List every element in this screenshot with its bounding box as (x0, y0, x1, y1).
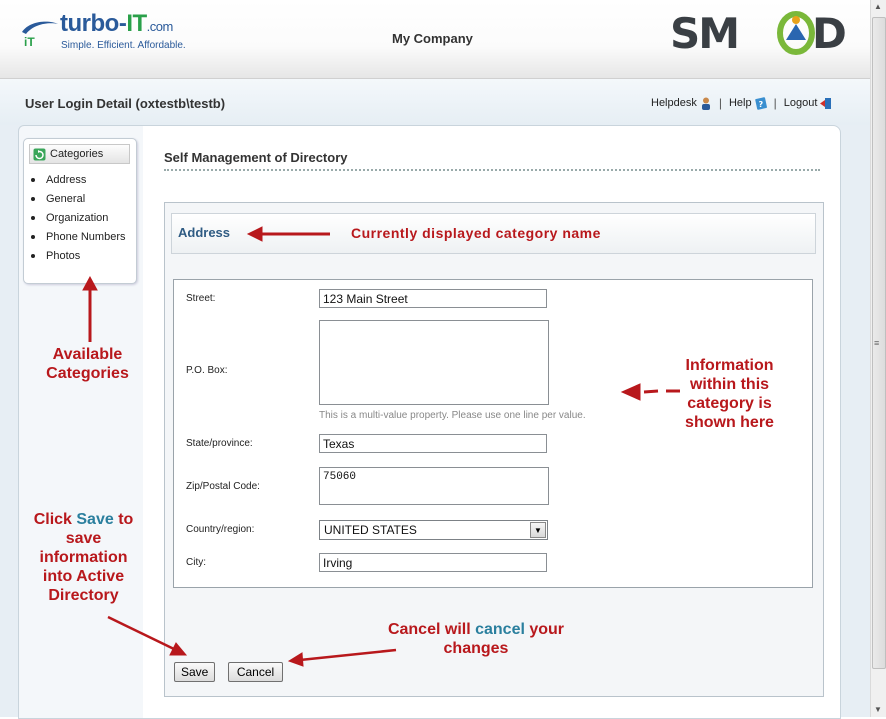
logout-link-label: Logout (783, 97, 818, 109)
annotation-category-name: Currently displayed category name (351, 225, 601, 241)
annotation-line: within this (689, 376, 770, 393)
heading-divider (164, 169, 820, 171)
country-label: Country/region: (186, 524, 255, 535)
categories-refresh-icon (33, 148, 46, 160)
logout-icon (820, 97, 832, 109)
state-input[interactable] (319, 434, 547, 453)
bullet (31, 235, 35, 239)
scroll-down-icon[interactable]: ▼ (871, 705, 885, 714)
annotation-line: information (39, 549, 128, 566)
categories-title: Categories (50, 148, 104, 160)
country-select-value: UNITED STATES (324, 523, 417, 537)
categories-header: Categories (29, 144, 130, 164)
annotation-line: changes (443, 640, 509, 657)
category-title: Address (178, 225, 231, 240)
annotation-line: shown here (685, 414, 774, 431)
smod-logo-icon: SM D (670, 10, 847, 56)
annotation-line: save (65, 530, 102, 547)
link-separator: | (773, 96, 777, 110)
link-separator: | (718, 96, 722, 110)
scroll-up-icon[interactable]: ▲ (871, 2, 885, 11)
help-link-label: Help (728, 97, 752, 109)
sidebar-item-label: Phone Numbers (46, 231, 126, 243)
svg-text:D: D (812, 10, 847, 56)
annotation-line: Categories (46, 365, 129, 382)
sidebar-item-label: Organization (46, 212, 109, 224)
zip-label: Zip/Postal Code: (186, 481, 260, 492)
bullet (31, 197, 35, 201)
sidebar-item-address[interactable]: Address (31, 174, 86, 186)
help-link[interactable]: Help ? (728, 96, 767, 110)
page-title: Self Management of Directory (164, 150, 348, 165)
street-label: Street: (186, 293, 216, 304)
annotation-line: Directory (48, 587, 119, 604)
city-label: City: (186, 557, 206, 568)
city-input[interactable] (319, 553, 547, 572)
sidebar-item-phone-numbers[interactable]: Phone Numbers (31, 231, 126, 243)
svg-text:?: ? (758, 100, 763, 109)
state-label: State/province: (186, 438, 253, 449)
annotation-line: category is (687, 395, 772, 412)
multi-value-hint: This is a multi-value property. Please u… (319, 410, 586, 421)
annotation-available-categories: Available Categories (30, 345, 145, 383)
logout-link[interactable]: Logout (784, 97, 833, 110)
sidebar-item-label: Photos (46, 250, 81, 262)
zip-input[interactable]: 75060 (319, 467, 549, 505)
top-links: Helpdesk | Help ? | Logout (651, 96, 832, 110)
sidebar-item-general[interactable]: General (31, 193, 85, 205)
bullet (31, 254, 35, 258)
country-select[interactable]: UNITED STATES ▼ (319, 520, 548, 540)
sidebar-item-photos[interactable]: Photos (31, 250, 80, 262)
turbo-it-logo-text: turbo-IT.com (60, 10, 173, 37)
sidebar-item-label: Address (46, 174, 87, 186)
logo-tagline: Simple. Efficient. Affordable. (61, 40, 186, 51)
annotation-line: into Active (42, 568, 125, 585)
sidebar-item-organization[interactable]: Organization (31, 212, 108, 224)
sidebar-item-label: General (46, 193, 86, 205)
dropdown-arrow-icon[interactable]: ▼ (530, 522, 546, 538)
annotation-line: Information (685, 357, 774, 374)
helpdesk-link-label: Helpdesk (651, 97, 697, 109)
street-input[interactable] (319, 289, 547, 308)
po-box-input[interactable] (319, 320, 549, 405)
helpdesk-icon (701, 97, 710, 110)
bullet (31, 216, 35, 220)
turbo-it-logo-icon: iT (22, 21, 58, 48)
annotation-line: Click Save to (33, 511, 134, 528)
company-name: My Company (392, 31, 473, 46)
cancel-button[interactable]: Cancel (228, 662, 283, 682)
annotation-information: Information within this category is show… (672, 356, 787, 432)
svg-text:SM: SM (670, 10, 738, 56)
scroll-grip-icon: ≡ (874, 338, 880, 348)
svg-text:iT: iT (24, 35, 35, 48)
annotation-save: Click Save to save information into Acti… (26, 510, 141, 605)
annotation-line: Available (52, 346, 123, 363)
help-icon: ? (754, 96, 767, 110)
po-box-label: P.O. Box: (186, 365, 228, 376)
bullet (31, 178, 35, 182)
annotation-cancel: Cancel will cancel your changes (376, 620, 576, 658)
helpdesk-link[interactable]: Helpdesk (651, 97, 712, 110)
save-button[interactable]: Save (174, 662, 215, 682)
user-login-detail: User Login Detail (oxtestb\testb) (25, 96, 226, 111)
annotation-line: Cancel will cancel your (387, 621, 565, 638)
